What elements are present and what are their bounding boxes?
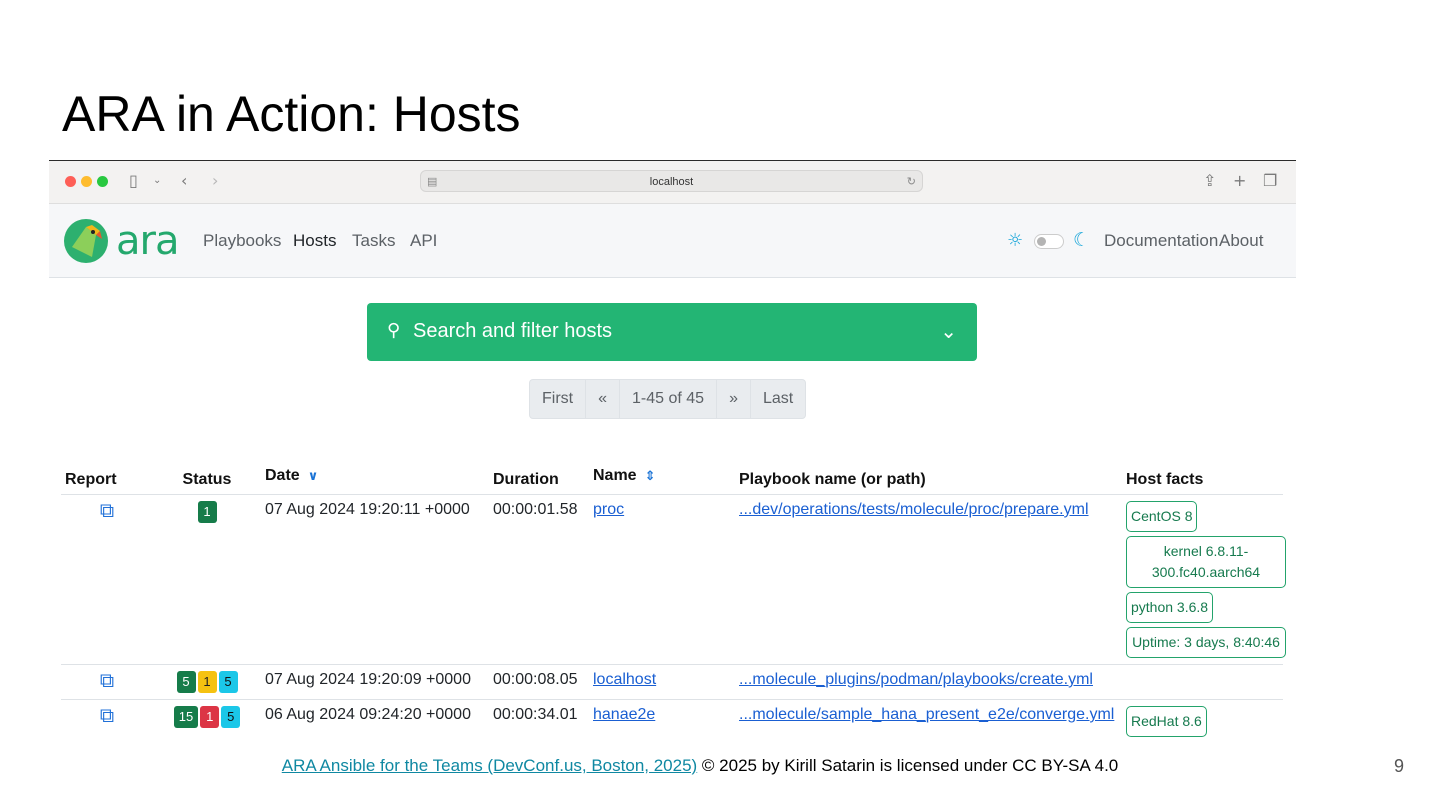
pagination: First « 1-45 of 45 » Last xyxy=(529,379,807,419)
pagination-first[interactable]: First xyxy=(530,380,587,418)
table-row: ⧉ 515 07 Aug 2024 19:20:09 +0000 00:00:0… xyxy=(61,664,1283,700)
fact-badge[interactable]: python 3.6.8 xyxy=(1126,592,1214,623)
search-label: Search and filter hosts xyxy=(413,320,612,342)
footer-license: © 2025 by Kirill Satarin is licensed und… xyxy=(697,756,1119,775)
address-bar[interactable]: ▤ localhost ↻ xyxy=(420,170,923,192)
logo-text: ara xyxy=(116,218,179,264)
status-badge-skipped: 5 xyxy=(221,706,241,728)
status-badge-ok: 5 xyxy=(176,671,196,693)
row-date: 06 Aug 2024 09:24:20 +0000 xyxy=(261,699,489,741)
sort-desc-icon[interactable]: ∨ xyxy=(308,469,319,484)
pagination-prev[interactable]: « xyxy=(586,380,621,418)
nav-documentation[interactable]: Documentation xyxy=(1104,231,1218,251)
pagination-range: 1-45 of 45 xyxy=(620,380,718,418)
nav-hosts[interactable]: Hosts xyxy=(293,231,336,251)
footer-link[interactable]: ARA Ansible for the Teams (DevConf.us, B… xyxy=(282,756,697,775)
col-status: Status xyxy=(153,449,261,495)
nav-about[interactable]: About xyxy=(1219,231,1263,251)
pagination-last[interactable]: Last xyxy=(751,380,805,418)
sun-icon: ☼ xyxy=(1007,230,1024,251)
search-icon: ⚲ xyxy=(387,320,401,341)
hosts-table: Report Status Date ∨ Duration Name ⇕ Playb… xyxy=(61,449,1286,741)
sort-icon[interactable]: ⇕ xyxy=(645,469,656,484)
page-number: 9 xyxy=(1394,756,1405,776)
parrot-logo-icon xyxy=(64,219,108,263)
forward-icon[interactable]: › xyxy=(212,170,218,192)
ara-logo[interactable]: ara xyxy=(62,217,179,265)
fact-badge[interactable]: CentOS 8 xyxy=(1126,501,1198,532)
status-badge-failed: 1 xyxy=(200,706,220,728)
col-facts: Host facts xyxy=(1122,449,1283,495)
slide-title: ARA in Action: Hosts xyxy=(62,86,521,142)
sidebar-toggle-icon[interactable]: ▯ xyxy=(129,170,138,192)
fact-badge[interactable]: RedHat 8.6 xyxy=(1126,706,1207,737)
col-duration: Duration xyxy=(489,449,589,495)
search-filter-toggle[interactable]: ⚲ Search and filter hosts ⌄ xyxy=(367,303,977,361)
row-date: 07 Aug 2024 19:20:09 +0000 xyxy=(261,664,489,700)
tabs-overview-icon[interactable]: ❐ xyxy=(1263,170,1277,192)
nav-tasks[interactable]: Tasks xyxy=(352,231,395,251)
status-badge-ok: 1 xyxy=(197,501,217,523)
playbook-link[interactable]: ...dev/operations/tests/molecule/proc/pr… xyxy=(739,501,1089,518)
new-tab-icon[interactable]: + xyxy=(1233,170,1246,192)
theme-toggle[interactable] xyxy=(1034,234,1064,249)
url-text: localhost xyxy=(649,176,694,188)
status-badge-skipped: 5 xyxy=(218,671,238,693)
external-link-icon[interactable]: ⧉ xyxy=(100,670,114,690)
table-row: ⧉ 15 1 5 06 Aug 2024 09:24:20 +0000 00:00:… xyxy=(61,699,1283,741)
browser-window: ▯ ⌄ ‹ › ▤ localhost ↻ ⇪ + ❐ ara Playbook… xyxy=(49,160,1296,741)
app-navbar: ara Playbooks Hosts Tasks API ☼ ☾ Docume… xyxy=(49,204,1296,278)
zoom-window-button[interactable] xyxy=(97,176,108,187)
host-name-link[interactable]: hanae2e xyxy=(593,706,655,723)
close-window-button[interactable] xyxy=(65,176,76,187)
status-badge-changed: 1 xyxy=(197,671,217,693)
row-duration: 00:00:34.01 xyxy=(489,699,589,741)
table-header-row: Report Status Date ∨ Duration Name ⇕ Playb… xyxy=(61,449,1283,495)
share-icon[interactable]: ⇪ xyxy=(1203,170,1216,192)
nav-api[interactable]: API xyxy=(410,231,437,251)
chevron-down-icon[interactable]: ⌄ xyxy=(153,170,161,192)
moon-icon: ☾ xyxy=(1073,229,1091,251)
playbook-link[interactable]: ...molecule/sample_hana_present_e2e/conv… xyxy=(739,706,1114,723)
external-link-icon[interactable]: ⧉ xyxy=(100,500,114,520)
external-link-icon[interactable]: ⧉ xyxy=(100,705,114,725)
pagination-next[interactable]: » xyxy=(717,380,751,418)
row-date: 07 Aug 2024 19:20:11 +0000 xyxy=(261,494,489,665)
playbook-link[interactable]: ...molecule_plugins/podman/playbooks/cre… xyxy=(739,671,1093,688)
col-date-label: Date xyxy=(265,467,300,484)
status-badge-ok: 15 xyxy=(173,706,199,728)
page-icon: ▤ xyxy=(427,176,438,188)
slide-footer: ARA Ansible for the Teams (DevConf.us, B… xyxy=(0,756,1400,776)
fact-badge[interactable]: kernel 6.8.11-300.fc40.aarch64 xyxy=(1126,536,1286,588)
col-name-label: Name xyxy=(593,467,637,484)
back-icon[interactable]: ‹ xyxy=(181,170,187,192)
row-duration: 00:00:08.05 xyxy=(489,664,589,700)
table-row: ⧉ 1 07 Aug 2024 19:20:11 +0000 00:00:01.… xyxy=(61,494,1286,665)
col-date[interactable]: Date ∨ xyxy=(261,449,489,495)
col-report: Report xyxy=(61,449,153,495)
host-name-link[interactable]: proc xyxy=(593,501,624,518)
chevron-down-icon: ⌄ xyxy=(940,319,957,343)
fact-badge[interactable]: Uptime: 3 days, 8:40:46 xyxy=(1126,627,1286,658)
row-duration: 00:00:01.58 xyxy=(489,494,589,665)
nav-playbooks[interactable]: Playbooks xyxy=(203,231,281,251)
host-name-link[interactable]: localhost xyxy=(593,671,656,688)
browser-toolbar: ▯ ⌄ ‹ › ▤ localhost ↻ ⇪ + ❐ xyxy=(49,161,1296,204)
col-name[interactable]: Name ⇕ xyxy=(589,449,735,495)
minimize-window-button[interactable] xyxy=(81,176,92,187)
col-playbook: Playbook name (or path) xyxy=(735,449,1122,495)
reload-icon[interactable]: ↻ xyxy=(907,171,916,193)
